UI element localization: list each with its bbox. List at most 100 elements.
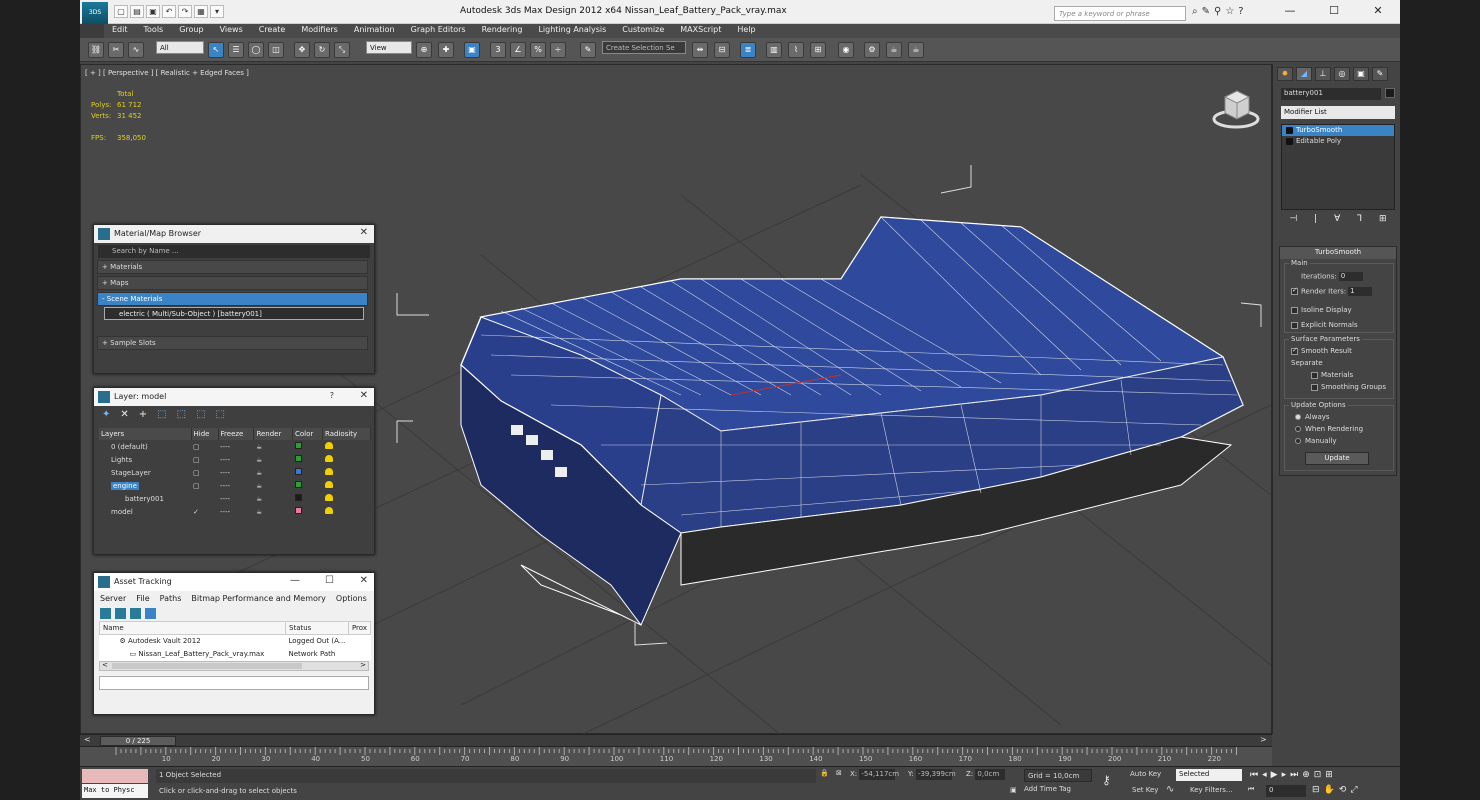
scroll-right-arrow[interactable]: >: [360, 661, 366, 669]
when-rendering-radio[interactable]: [1295, 426, 1301, 432]
help-icon[interactable]: ?: [1238, 6, 1243, 17]
go-to-start-icon[interactable]: ⏮: [1250, 770, 1258, 780]
select-manipulate-icon[interactable]: ✚: [438, 42, 454, 58]
col-layers[interactable]: Layers: [99, 428, 192, 440]
menu-animation[interactable]: Animation: [346, 24, 403, 38]
hide-all-icon[interactable]: ⬚: [196, 409, 205, 423]
layer-name[interactable]: Lights: [111, 456, 132, 464]
menu-bitmap-performance[interactable]: Bitmap Performance and Memory: [191, 594, 326, 603]
current-frame-field[interactable]: 0: [1266, 785, 1306, 797]
select-object-icon[interactable]: ↖: [208, 42, 224, 58]
table-view-icon[interactable]: [130, 608, 141, 619]
new-file-icon[interactable]: ▢: [114, 5, 128, 18]
menu-help[interactable]: Help: [729, 24, 763, 38]
motion-tab-icon[interactable]: ◎: [1334, 67, 1350, 81]
open-file-icon[interactable]: ▤: [130, 5, 144, 18]
menu-rendering[interactable]: Rendering: [474, 24, 531, 38]
bind-space-warp-icon[interactable]: ∿: [128, 42, 144, 58]
radiosity-bulb-icon[interactable]: [324, 507, 333, 514]
col-freeze[interactable]: Freeze: [218, 428, 255, 440]
close-button[interactable]: ✕: [1356, 0, 1400, 22]
freeze-all-icon[interactable]: ⬚: [216, 409, 225, 423]
close-icon[interactable]: ✕: [360, 227, 368, 238]
layer-object-row[interactable]: battery001 ---- ☕: [99, 492, 371, 505]
prev-frame-icon[interactable]: <: [84, 735, 91, 744]
smoothing-groups-checkbox[interactable]: [1311, 383, 1318, 391]
isoline-checkbox[interactable]: [1291, 306, 1298, 314]
layer-name[interactable]: model: [111, 508, 133, 516]
utilities-tab-icon[interactable]: ✎: [1372, 67, 1388, 81]
material-search-input[interactable]: Search by Name ...: [98, 245, 370, 258]
redo-icon[interactable]: ↷: [178, 5, 192, 18]
search-input[interactable]: Type a keyword or phrase: [1054, 6, 1186, 21]
menu-edit[interactable]: Edit: [104, 24, 136, 38]
show-end-result-icon[interactable]: |: [1314, 214, 1317, 228]
binoculars-icon[interactable]: ⌕: [1192, 6, 1198, 17]
layer-color-swatch[interactable]: [294, 468, 302, 475]
layer-row[interactable]: 0 (default) ▢ ---- ☕: [99, 440, 371, 453]
project-folder-icon[interactable]: ▦: [194, 5, 208, 18]
stack-item-turbosmooth[interactable]: TurboSmooth: [1282, 125, 1394, 136]
asset-row[interactable]: ▭ Nissan_Leaf_Battery_Pack_vray.max Netw…: [100, 648, 371, 661]
create-layer-icon[interactable]: ✦: [102, 409, 110, 423]
set-key-button[interactable]: Set Key: [1132, 786, 1158, 794]
snaps-toggle-icon[interactable]: 3: [490, 42, 506, 58]
add-time-tag[interactable]: Add Time Tag: [1024, 785, 1071, 793]
menu-options[interactable]: Options: [336, 594, 367, 603]
key-filter-selection-dropdown[interactable]: Selected: [1176, 769, 1242, 781]
orbit-icon[interactable]: ⟲: [1339, 785, 1347, 795]
object-color-swatch[interactable]: [1385, 88, 1395, 98]
col-color[interactable]: Color: [292, 428, 324, 440]
maximize-button[interactable]: ☐: [1312, 0, 1356, 22]
layer-color-swatch[interactable]: [294, 455, 302, 462]
hide-toggle[interactable]: ▢: [191, 440, 218, 453]
help-button[interactable]: ?: [330, 391, 334, 400]
track-bar[interactable]: 10 20 30 40 50 60 70 80 90 100 110 120 130 140 150 160 1…: [80, 746, 1272, 766]
layer-color-swatch[interactable]: [294, 494, 302, 501]
render-production-icon[interactable]: ☕: [908, 42, 924, 58]
viewcube[interactable]: [1211, 83, 1261, 133]
smooth-result-checkbox[interactable]: [1291, 346, 1298, 355]
manually-radio[interactable]: [1295, 438, 1301, 444]
update-button[interactable]: Update: [1305, 452, 1369, 465]
hide-toggle[interactable]: ✓: [191, 505, 218, 518]
viewport-label[interactable]: [ + ] [ Perspective ] [ Realistic + Edge…: [85, 69, 249, 77]
menu-tools[interactable]: Tools: [136, 24, 172, 38]
material-editor-icon[interactable]: ◉: [838, 42, 854, 58]
freeze-toggle[interactable]: ----: [218, 479, 254, 492]
maxscript-mini-listener[interactable]: Max to Physc: [82, 784, 148, 798]
add-to-layer-icon[interactable]: +: [139, 409, 147, 423]
menu-file[interactable]: File: [136, 594, 149, 603]
maxscript-listener-output[interactable]: [82, 769, 148, 783]
battery-pack-model[interactable]: [460, 216, 1244, 626]
rotate-icon[interactable]: ↻: [314, 42, 330, 58]
graphite-modeling-icon[interactable]: ▥: [766, 42, 782, 58]
delete-layer-icon[interactable]: ✕: [120, 409, 128, 423]
go-to-end-icon[interactable]: ⏭: [1290, 770, 1298, 780]
move-icon[interactable]: ✥: [294, 42, 310, 58]
render-setup-icon[interactable]: ⚙: [864, 42, 880, 58]
radiosity-bulb-icon[interactable]: [324, 494, 333, 501]
qat-dropdown-icon[interactable]: ▾: [210, 5, 224, 18]
radiosity-bulb-icon[interactable]: [324, 442, 333, 449]
layer-manager-icon[interactable]: ≣: [740, 42, 756, 58]
menu-server[interactable]: Server: [100, 594, 126, 603]
link-icon[interactable]: ⛓: [88, 42, 104, 58]
col-hide[interactable]: Hide: [191, 428, 219, 440]
rollout-title[interactable]: TurboSmooth: [1280, 247, 1396, 259]
freeze-toggle[interactable]: ----: [218, 466, 254, 479]
favorites-icon[interactable]: ☆: [1225, 6, 1234, 17]
freeze-toggle[interactable]: ----: [218, 492, 254, 505]
ref-coord-dropdown[interactable]: View: [366, 41, 412, 54]
hide-toggle[interactable]: ▢: [191, 479, 218, 492]
communication-icon[interactable]: ⚲: [1214, 6, 1221, 17]
list-view-icon[interactable]: [115, 608, 126, 619]
set-key-mode-icon[interactable]: ⚷: [1102, 773, 1111, 787]
selection-region-icon[interactable]: ◯: [248, 42, 264, 58]
previous-key-icon[interactable]: ◂: [1262, 770, 1267, 780]
sample-slots-section[interactable]: + Sample Slots: [97, 336, 368, 350]
layer-name[interactable]: engine: [111, 481, 139, 490]
angle-snap-icon[interactable]: ∠: [510, 42, 526, 58]
refresh-icon[interactable]: [100, 608, 111, 619]
render-toggle[interactable]: ☕: [254, 466, 293, 479]
